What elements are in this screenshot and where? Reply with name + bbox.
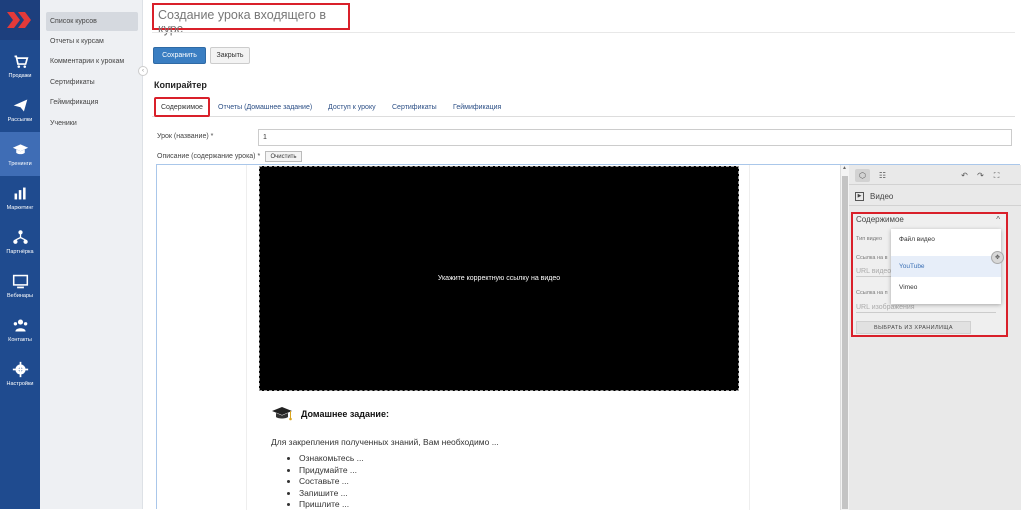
editor-right-gutter (749, 165, 849, 510)
lesson-name-label: Урок (название) * (157, 133, 214, 140)
redo-icon[interactable]: ↷ (973, 169, 988, 182)
homework-item: Запишите ... (299, 488, 731, 500)
homework-heading: Домашнее задание: (271, 405, 731, 423)
logo-chevrons-icon (7, 12, 31, 28)
webinar-icon (12, 274, 28, 289)
settings-panel: ⬡ ☷ ↶ ↷ ⛶ ▶ Видео Содержимое ^ Тип видео… (849, 165, 1021, 510)
submenu-course-reports[interactable]: Отчеты к курсам (46, 32, 138, 51)
homework-text: Для закрепления полученных знаний, Вам н… (271, 437, 499, 447)
graduation-cap-icon (272, 407, 292, 421)
choose-from-storage-button[interactable]: ВЫБРАТЬ ИЗ ХРАНИЛИЩА (856, 321, 971, 334)
layers-icon[interactable]: ☷ (875, 169, 890, 182)
video-link-label: Ссылка на в (856, 255, 888, 261)
drag-handle-icon[interactable]: ✥ (991, 251, 1004, 264)
close-button[interactable]: Закрыть (210, 47, 250, 64)
lesson-name-input[interactable]: 1 (258, 129, 1012, 146)
undo-icon[interactable]: ↶ (957, 169, 972, 182)
nav-sales-label: Продажи (8, 73, 32, 79)
chevron-up-icon[interactable]: ^ (996, 215, 1000, 224)
nav-mailings[interactable]: Рассылки (0, 88, 40, 132)
scrollbar-thumb[interactable] (842, 176, 848, 509)
cart-icon (14, 55, 28, 68)
nav-partner-label: Партнёрка (6, 249, 34, 255)
video-block-label: Видео (870, 191, 894, 201)
submenu-course-list[interactable]: Список курсов (46, 12, 138, 31)
homework-item: Ознакомьтесь ... (299, 453, 731, 465)
scroll-up-icon[interactable]: ▲ (842, 165, 847, 171)
nav-contacts[interactable]: Контакты (0, 308, 40, 352)
video-block-header[interactable]: ▶ Видео (849, 187, 1021, 206)
homework-block[interactable]: Домашнее задание: Для закрепления получе… (271, 405, 731, 511)
nav-webinars-label: Вебинары (7, 293, 33, 299)
dropdown-option-youtube[interactable]: YouTube (891, 256, 1001, 277)
page-editor: Укажите корректную ссылку на видео Домаш… (156, 164, 1021, 510)
graduation-cap-icon (12, 144, 28, 155)
main-content: Создание урока входящего в курс Сохранит… (143, 0, 1024, 510)
dropdown-option-file[interactable]: Файл видео (891, 229, 1001, 250)
page-title: Создание урока входящего в курс (152, 3, 350, 36)
save-button[interactable]: Сохранить (153, 47, 206, 64)
nav-settings-label: Настройки (6, 381, 34, 387)
nav-marketing[interactable]: Маркетинг (0, 176, 40, 220)
homework-title: Домашнее задание: (301, 409, 389, 419)
tab-bar: Содержимое Отчеты (Домашнее задание) Дос… (152, 97, 1015, 117)
tab-reports[interactable]: Отчеты (Домашнее задание) (218, 97, 312, 117)
logo[interactable] (0, 0, 40, 40)
main-navbar: Продажи Рассылки Тренинги Маркетинг Парт… (0, 0, 40, 509)
content-section-title: Содержимое (856, 215, 904, 224)
video-type-dropdown[interactable]: Файл видео YouTube Vimeo (891, 229, 1001, 304)
dropdown-option-vimeo[interactable]: Vimeo (891, 277, 1001, 298)
homework-item: Придумайте ... (299, 465, 731, 477)
nav-sales[interactable]: Продажи (0, 44, 40, 88)
partner-network-icon (12, 230, 28, 244)
submenu-certificates[interactable]: Сертификаты (46, 73, 138, 92)
preview-link-label: Ссылка на п (856, 290, 888, 296)
nav-marketing-label: Маркетинг (6, 205, 34, 211)
blocks-icon[interactable]: ⬡ (855, 169, 870, 182)
submenu: Список курсов Отчеты к курсам Комментари… (40, 0, 143, 509)
nav-settings[interactable]: Настройки (0, 352, 40, 396)
submenu-lesson-comments[interactable]: Комментарии к урокам (46, 52, 138, 71)
nav-trainings-label: Тренинги (8, 161, 32, 167)
fullscreen-icon[interactable]: ⛶ (989, 169, 1004, 182)
tab-certificates[interactable]: Сертификаты (392, 97, 437, 117)
tab-content[interactable]: Содержимое (154, 97, 210, 117)
panel-toolbar: ⬡ ☷ ↶ ↷ ⛶ (849, 165, 1021, 185)
nav-mailings-label: Рассылки (7, 117, 33, 123)
play-icon: ▶ (855, 191, 864, 201)
submenu-gamification[interactable]: Геймификация (46, 93, 138, 112)
submenu-students[interactable]: Ученики (46, 114, 138, 133)
editor-left-gutter (157, 165, 247, 510)
clear-button[interactable]: Очистить (265, 151, 302, 162)
video-message: Укажите корректную ссылку на видео (437, 275, 561, 282)
tab-access[interactable]: Доступ к уроку (328, 97, 376, 117)
image-url-input[interactable]: URL изображения (856, 304, 996, 313)
homework-item: Составьте ... (299, 476, 731, 488)
bar-chart-icon (14, 187, 26, 200)
nav-partner[interactable]: Партнёрка (0, 220, 40, 264)
contacts-icon (13, 319, 27, 332)
nav-webinars[interactable]: Вебинары (0, 264, 40, 308)
editor-canvas[interactable]: Укажите корректную ссылку на видео Домаш… (247, 165, 749, 510)
video-placeholder[interactable]: Укажите корректную ссылку на видео (259, 166, 739, 391)
nav-trainings[interactable]: Тренинги (0, 132, 40, 176)
title-divider (152, 32, 1015, 33)
video-type-label: Тип видео (856, 236, 883, 242)
course-name: Копирайтер (154, 80, 207, 90)
description-label: Описание (содержание урока) * (157, 153, 261, 160)
tab-gamification[interactable]: Геймификация (453, 97, 501, 117)
nav-contacts-label: Контакты (8, 337, 32, 343)
homework-list: Ознакомьтесь ... Придумайте ... Составьт… (299, 453, 731, 511)
gear-icon (12, 361, 28, 378)
paper-plane-icon (13, 99, 27, 112)
editor-scrollbar[interactable]: ▲ (840, 165, 849, 510)
